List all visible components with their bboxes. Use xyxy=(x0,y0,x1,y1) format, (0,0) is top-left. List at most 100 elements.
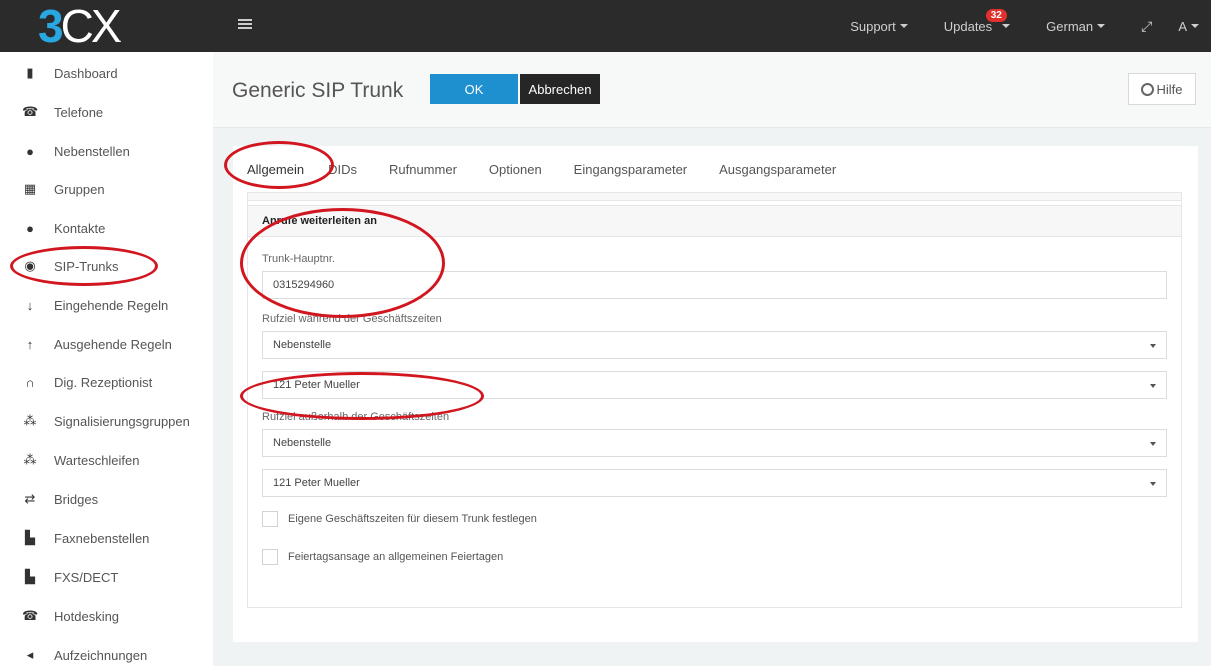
cancel-button[interactable]: Abbrechen xyxy=(520,74,600,104)
sidebar-item-signalisierungsgruppen[interactable]: ⁂ Signalisierungsgruppen xyxy=(0,402,213,440)
arrow-up-icon: ↑ xyxy=(26,336,34,352)
sidebar-item-label: FXS/DECT xyxy=(54,569,119,585)
grid-icon: ▦ xyxy=(23,181,37,196)
sidebar-item-warteschleifen[interactable]: ⁂ Warteschleifen xyxy=(0,441,213,479)
logo-cx: CX xyxy=(60,0,122,52)
globe-icon: ◉ xyxy=(24,258,36,273)
sidebar-item-label: Hotdesking xyxy=(54,608,120,624)
sidebar-item-telefone[interactable]: ☎ Telefone xyxy=(0,93,213,131)
sidebar-item-label: Dashboard xyxy=(54,65,118,81)
support-label: Support xyxy=(850,18,896,34)
help-button[interactable]: Hilfe xyxy=(1128,73,1196,105)
sidebar-item-label: Gruppen xyxy=(54,181,105,197)
lifebuoy-icon xyxy=(1141,82,1155,96)
holiday-label: Feiertagsansage an allgemeinen Feiertage… xyxy=(288,551,504,563)
after-hours-type-value: Nebenstelle xyxy=(273,437,332,449)
sidebar-item-label: Dig. Rezeptionist xyxy=(54,374,153,390)
after-hours-target-select[interactable]: 121 Peter Mueller xyxy=(262,469,1167,497)
telephone-icon: ☎ xyxy=(22,104,39,119)
sidebar-item-label: Nebenstellen xyxy=(54,143,130,159)
dropdown-arrow-icon xyxy=(1150,344,1156,348)
page-header: Generic SIP Trunk OK Abbrechen Hilfe xyxy=(213,52,1211,128)
sidebar-item-hotdesking[interactable]: ☎ Hotdesking xyxy=(0,597,213,635)
bar-chart-icon: ▮ xyxy=(26,65,34,80)
help-label: Hilfe xyxy=(1156,81,1183,97)
tab-dids[interactable]: DIDs xyxy=(328,162,357,177)
user-menu[interactable]: A xyxy=(1178,19,1199,34)
updates-badge: 32 xyxy=(985,8,1007,22)
tab-rufnummer[interactable]: Rufnummer xyxy=(389,162,457,177)
trunk-main-value: 0315294960 xyxy=(273,279,335,291)
logo-dot: . xyxy=(118,31,122,45)
language-label: German xyxy=(1046,18,1094,34)
sidebar-item-bridges[interactable]: ⇄ Bridges xyxy=(0,480,213,518)
fax-icon: ▙ xyxy=(25,530,35,545)
dropdown-arrow-icon xyxy=(1150,384,1156,388)
sidebar-item-label: Signalisierungsgruppen xyxy=(54,413,190,429)
ok-button[interactable]: OK xyxy=(430,74,518,104)
tab-ausgangsparameter[interactable]: Ausgangsparameter xyxy=(719,162,836,177)
updates-menu[interactable]: Updates 32 xyxy=(943,8,1011,34)
speaker-icon: ◂ xyxy=(26,647,34,662)
sidebar-item-dig-rezeptionist[interactable]: ∩ Dig. Rezeptionist xyxy=(0,363,213,401)
dropdown-arrow-icon xyxy=(1150,482,1156,486)
divider xyxy=(248,193,1181,201)
business-hours-type-select[interactable]: Nebenstelle xyxy=(262,331,1167,359)
after-hours-label: Rufziel außerhalb der Geschäftszeiten xyxy=(262,411,450,423)
trunk-main-label: Trunk-Hauptnr. xyxy=(262,253,335,265)
tab-allgemein[interactable]: Allgemein xyxy=(247,162,304,177)
users-icon: ⁂ xyxy=(23,452,37,467)
sidebar-item-label: SIP-Trunks xyxy=(54,258,119,274)
sidebar-item-label: Eingehende Regeln xyxy=(54,297,169,313)
sidebar-item-eingehende-regeln[interactable]: ↓ Eingehende Regeln xyxy=(0,286,213,324)
sidebar-item-fxs-dect[interactable]: ▙ FXS/DECT xyxy=(0,558,213,596)
user-label: A xyxy=(1178,18,1187,34)
sidebar-item-kontakte[interactable]: ● Kontakte xyxy=(0,209,213,247)
tab-optionen[interactable]: Optionen xyxy=(489,162,542,177)
sidebar-item-sip-trunks[interactable]: ◉ SIP-Trunks xyxy=(0,247,213,285)
caret-down-icon xyxy=(899,24,908,28)
menu-toggle-icon[interactable] xyxy=(238,19,252,31)
trunk-main-input[interactable]: 0315294960 xyxy=(262,271,1167,299)
sidebar-item-label: Aufzeichnungen xyxy=(54,647,148,663)
business-hours-label: Rufziel während der Geschäftszeiten xyxy=(262,313,442,325)
fullscreen-icon[interactable]: ⤢ xyxy=(1141,18,1152,35)
after-hours-target-value: 121 Peter Mueller xyxy=(273,477,360,489)
exchange-icon: ⇄ xyxy=(24,491,36,506)
caret-down-icon xyxy=(1191,24,1199,28)
top-bar: 3CX. Support Updates 32 German ⤢ A xyxy=(0,0,1211,52)
business-hours-target-select[interactable]: 121 Peter Mueller xyxy=(262,371,1167,399)
page-title: Generic SIP Trunk xyxy=(232,79,404,102)
headset-icon: ∩ xyxy=(25,374,35,390)
user-icon: ● xyxy=(26,143,34,159)
sidebar-item-gruppen[interactable]: ▦ Gruppen xyxy=(0,170,213,208)
own-hours-row: Eigene Geschäftszeiten für diesem Trunk … xyxy=(262,511,537,527)
sidebar-item-faxnebenstellen[interactable]: ▙ Faxnebenstellen xyxy=(0,519,213,557)
sidebar-item-aufzeichnungen[interactable]: ◂ Aufzeichnungen xyxy=(0,636,213,666)
updates-label: Updates xyxy=(943,18,993,34)
holiday-checkbox[interactable] xyxy=(262,549,278,565)
logo-three: 3 xyxy=(38,0,64,52)
sidebar-item-label: Bridges xyxy=(54,491,99,507)
own-hours-checkbox[interactable] xyxy=(262,511,278,527)
tab-eingangsparameter[interactable]: Eingangsparameter xyxy=(574,162,687,177)
arrow-down-icon: ↓ xyxy=(26,297,34,313)
sidebar-item-label: Kontakte xyxy=(54,220,106,236)
dropdown-arrow-icon xyxy=(1150,442,1156,446)
sidebar-item-label: Faxnebenstellen xyxy=(54,530,150,546)
section-title: Anrufe weiterleiten an xyxy=(248,205,1181,237)
after-hours-type-select[interactable]: Nebenstelle xyxy=(262,429,1167,457)
holiday-row: Feiertagsansage an allgemeinen Feiertage… xyxy=(262,549,503,565)
users-icon: ⁂ xyxy=(23,413,37,428)
tab-bar: Allgemein DIDs Rufnummer Optionen Eingan… xyxy=(233,146,1198,192)
sidebar-item-dashboard[interactable]: ▮ Dashboard xyxy=(0,54,213,92)
sidebar-item-ausgehende-regeln[interactable]: ↑ Ausgehende Regeln xyxy=(0,325,213,363)
support-menu[interactable]: Support xyxy=(850,19,908,34)
fax-icon: ▙ xyxy=(25,569,35,584)
contact-icon: ● xyxy=(26,220,34,236)
language-menu[interactable]: German xyxy=(1046,18,1106,34)
telephone-icon: ☎ xyxy=(22,608,39,623)
caret-down-icon xyxy=(1097,24,1106,28)
sidebar-item-nebenstellen[interactable]: ● Nebenstellen xyxy=(0,132,213,170)
business-hours-target-value: 121 Peter Mueller xyxy=(273,379,360,391)
